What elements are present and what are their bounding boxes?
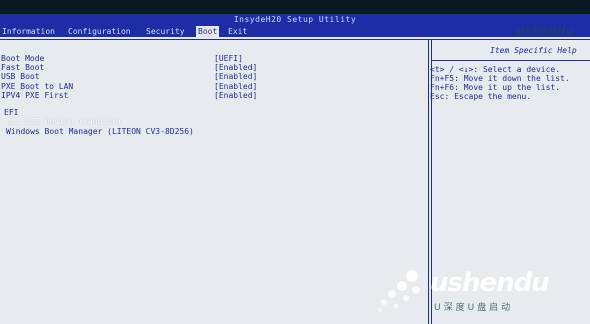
watermark-logo-icon [378,270,420,312]
help-line-escape: Esc: Escape the menu. [430,92,532,101]
menu-exit[interactable]: Exit [226,26,249,37]
help-title: Item Specific Help [490,46,577,55]
help-line-select: <t> / <↓>: Select a device. [430,65,561,74]
menu-bar: Information Configuration Security Boot … [0,26,590,37]
fast-boot-value[interactable]: [Enabled] [214,63,257,72]
boot-mode-value[interactable]: [UEFI] [214,54,243,63]
efi-header: EFI [4,108,19,117]
boot-device-windows[interactable]: Windows Boot Manager (LITEON CV3-8D256) [6,127,194,136]
boot-device-usb[interactable]: EFI USB Device (SanDisk) [6,117,122,126]
help-title-rule [432,60,590,61]
watermark-main: ushendu [430,268,550,298]
top-rule [0,39,590,40]
window-title: InsydeH20 Setup Utility [0,14,590,26]
pxe-boot-value[interactable]: [Enabled] [214,82,257,91]
menu-boot[interactable]: Boot [196,26,220,37]
help-line-move-down: Fn+F5: Move it down the list. [430,74,570,83]
fast-boot-label[interactable]: Fast Boot [1,63,44,72]
menu-configuration[interactable]: Configuration [66,26,133,37]
watermark-sub: U深度U盘启动 [434,303,514,313]
help-line-move-up: Fn+F6: Move it up the list. [430,83,561,92]
usb-boot-value[interactable]: [Enabled] [214,72,257,81]
panel-divider [428,40,429,324]
pxe-boot-label[interactable]: PXE Boot to LAN [1,82,73,91]
usb-boot-label[interactable]: USB Boot [1,72,40,81]
menu-security[interactable]: Security [144,26,187,37]
boot-mode-label[interactable]: Boot Mode [1,54,44,63]
ipv4-pxe-first-label[interactable]: IPV4 PXE First [1,91,68,100]
menu-information[interactable]: Information [0,26,57,37]
watermark-top: ushendu [516,24,575,38]
ipv4-pxe-first-value[interactable]: [Enabled] [214,91,257,100]
